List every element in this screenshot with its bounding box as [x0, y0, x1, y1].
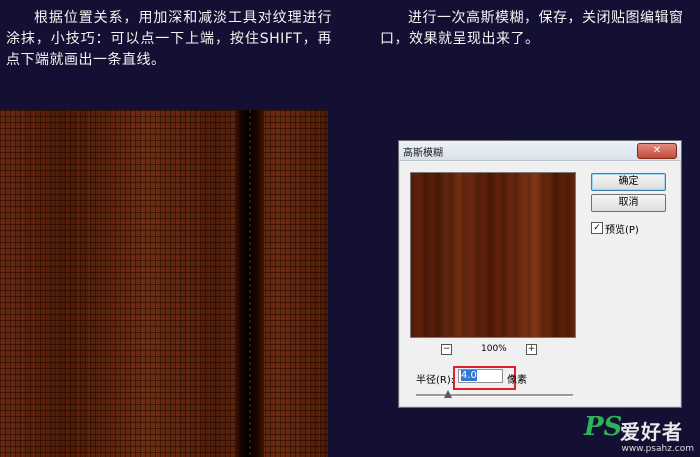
radius-slider-thumb[interactable] [444, 390, 452, 398]
radius-slider-track[interactable] [416, 394, 573, 397]
wood-texture-image [0, 110, 328, 457]
preview-checkbox[interactable]: ✓ [591, 222, 603, 234]
watermark: PS 爱好者 [584, 412, 694, 444]
zoom-in-button[interactable]: + [526, 344, 537, 355]
ok-button[interactable]: 确定 [591, 173, 666, 191]
watermark-logo: PS [584, 412, 623, 442]
blur-preview[interactable] [410, 172, 576, 338]
instruction-text-left: 根据位置关系，用加深和减淡工具对纹理进行涂抹，小技巧：可以点一下上端，按住SHI… [6, 10, 332, 68]
preview-checkbox-label: 预览(P) [605, 225, 639, 236]
dialog-titlebar: 高斯模糊 ✕ [399, 141, 681, 161]
close-icon[interactable]: ✕ [637, 143, 677, 159]
dialog-title: 高斯模糊 [403, 148, 443, 159]
radius-label: 半径(R): [416, 375, 455, 386]
watermark-text: 爱好者 [620, 420, 683, 444]
zoom-level: 100% [481, 344, 507, 354]
gaussian-blur-dialog: 高斯模糊 ✕ − 100% + 确定 取消 ✓ 预览(P) 半径(R): 4.0… [398, 140, 682, 408]
zoom-controls: − 100% + [410, 344, 576, 356]
instruction-text-right: 进行一次高斯模糊，保存，关闭贴图编辑窗口，效果就呈现出来了。 [380, 10, 684, 47]
cancel-button[interactable]: 取消 [591, 194, 666, 212]
unit-label: 像素 [507, 375, 527, 386]
texture-seam-line [249, 110, 251, 457]
watermark-url: www.psahz.com [621, 444, 694, 454]
zoom-out-button[interactable]: − [441, 344, 452, 355]
